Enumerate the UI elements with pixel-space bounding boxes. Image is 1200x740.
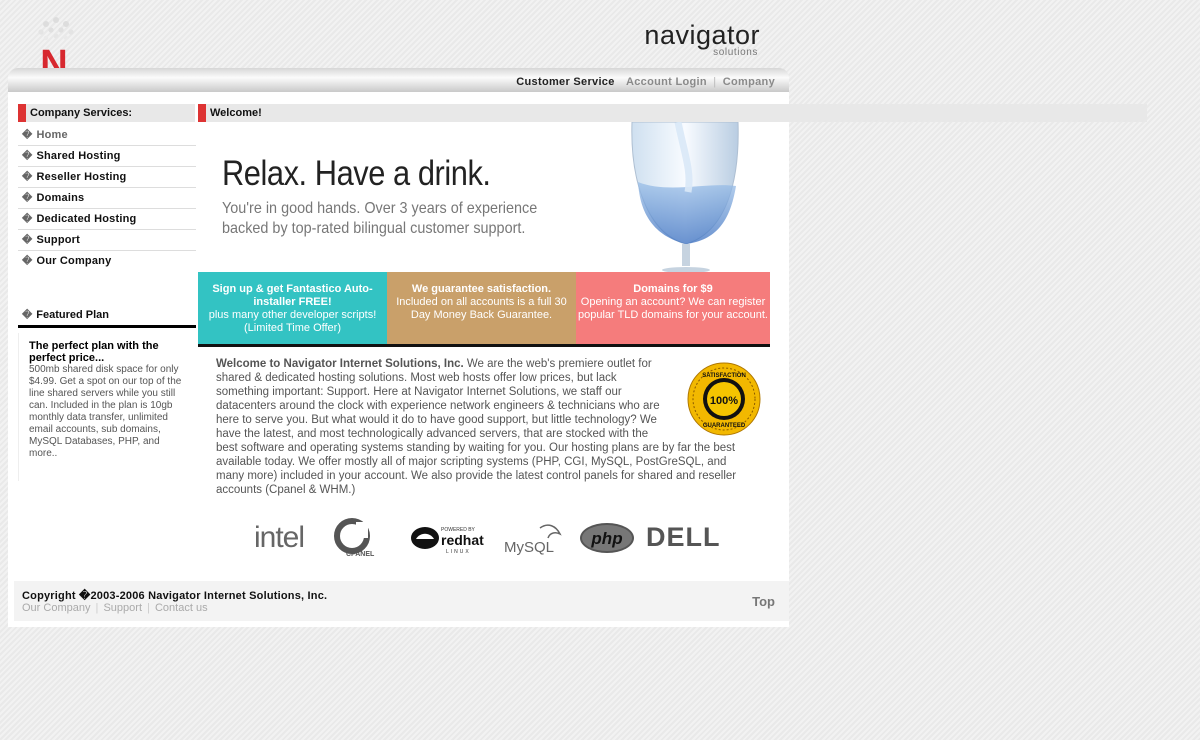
- cpanel-icon: CPANEL: [334, 517, 375, 558]
- footer-separator: |: [147, 602, 150, 614]
- customer-service-link[interactable]: Customer Service: [516, 76, 614, 88]
- featured-plan-headline: The perfect plan with the perfect price.…: [29, 340, 159, 364]
- diamond-icon: �: [22, 130, 33, 141]
- diamond-icon: �: [22, 151, 33, 162]
- redhat-icon: POWERED BY redhat LINUX: [411, 526, 484, 555]
- sidebar-item-label: Dedicated Hosting: [36, 213, 137, 225]
- footer-link-contact[interactable]: Contact us: [155, 602, 208, 614]
- diamond-icon: �: [22, 235, 33, 246]
- promo-text: Opening an account? We can register popu…: [578, 296, 768, 321]
- sidebar-item-label: Support: [36, 234, 81, 246]
- header: N navigator solutions Customer Service A…: [8, 0, 789, 92]
- mysql-logo: MySQL: [504, 515, 566, 560]
- featured-plan-box: The perfect plan with the perfect price.…: [18, 333, 196, 481]
- footer-links: Our Company | Support | Contact us: [22, 602, 208, 614]
- promo-fantastico[interactable]: Sign up & get Fantastico Auto-installer …: [198, 272, 387, 344]
- cpanel-logo: CPANEL: [332, 515, 386, 560]
- featured-plan-title: � Featured Plan: [18, 307, 196, 328]
- company-link[interactable]: Company: [723, 76, 775, 88]
- promo-domains[interactable]: Domains for $9 Opening an account? We ca…: [576, 272, 770, 344]
- nav-separator: |: [713, 76, 717, 88]
- intro-text: We are the web's premiere outlet for sha…: [216, 358, 737, 496]
- footer-separator: |: [95, 602, 99, 614]
- seal-center-text: 100%: [710, 395, 738, 407]
- mysql-text: MySQL: [504, 539, 554, 556]
- account-login-link[interactable]: Account Login: [626, 76, 707, 88]
- featured-plan-text: 500mb shared disk space for only $4.99. …: [29, 364, 182, 459]
- sidebar-item-label: Our Company: [36, 255, 112, 267]
- seal-top-text: SATISFACTION: [702, 373, 746, 379]
- redhat-linux-text: LINUX: [446, 549, 471, 555]
- hero-title: Relax. Have a drink.: [222, 154, 491, 193]
- water-glass-icon: [631, 122, 739, 272]
- redhat-logo: POWERED BY redhat LINUX: [410, 515, 492, 560]
- welcome-title: Welcome!: [198, 104, 1147, 122]
- promo-headline: Domains for $9: [633, 283, 713, 295]
- top-nav: Customer Service Account Login | Company: [516, 76, 775, 88]
- promo-headline: Sign up & get Fantastico Auto-installer …: [212, 283, 373, 308]
- copyright: Copyright �2003-2006 Navigator Internet …: [22, 590, 328, 602]
- page: N navigator solutions Customer Service A…: [8, 0, 1147, 627]
- php-logo: php: [578, 515, 636, 560]
- satisfaction-seal-icon: SATISFACTION 100% GUARANTEED: [687, 362, 761, 436]
- diamond-icon: �: [22, 214, 33, 225]
- sidebar-item-our-company[interactable]: � Our Company: [18, 251, 196, 272]
- sidebar-item-shared-hosting[interactable]: � Shared Hosting: [18, 146, 196, 167]
- sidebar-item-label: Reseller Hosting: [36, 171, 127, 183]
- diamond-icon: �: [22, 193, 33, 204]
- sidebar-item-reseller-hosting[interactable]: � Reseller Hosting: [18, 167, 196, 188]
- featured-plan-label: Featured Plan: [36, 309, 110, 321]
- footer: Copyright �2003-2006 Navigator Internet …: [14, 581, 789, 621]
- brand-name: navigator: [644, 20, 760, 50]
- brand-logo[interactable]: navigator solutions: [620, 22, 760, 60]
- diamond-icon: �: [22, 172, 33, 183]
- cpanel-text: CPANEL: [346, 551, 375, 558]
- dell-logo: DELL: [646, 522, 721, 552]
- sidebar-item-home[interactable]: � Home: [18, 125, 196, 146]
- intro-bold: Welcome to Navigator Internet Solutions,…: [216, 358, 464, 370]
- sidebar-item-domains[interactable]: � Domains: [18, 188, 196, 209]
- promo-strip: Sign up & get Fantastico Auto-installer …: [198, 272, 770, 347]
- sidebar-item-label: Home: [36, 129, 68, 141]
- sidebar-menu: � Home � Shared Hosting � Reseller Hosting …: [18, 125, 196, 272]
- mysql-icon: MySQL: [504, 523, 562, 556]
- sidebar-item-label: Domains: [36, 192, 85, 204]
- sidebar-item-support[interactable]: � Support: [18, 230, 196, 251]
- sidebar-title: Company Services:: [18, 104, 195, 122]
- intel-logo: intel: [254, 520, 305, 554]
- footer-link-support[interactable]: Support: [103, 602, 142, 614]
- redhat-text: redhat: [441, 532, 484, 548]
- footer-link-our-company[interactable]: Our Company: [22, 602, 90, 614]
- sidebar-item-label: Shared Hosting: [36, 150, 121, 162]
- sidebar-item-dedicated-hosting[interactable]: � Dedicated Hosting: [18, 209, 196, 230]
- php-icon: php: [580, 522, 634, 553]
- hero-banner: Relax. Have a drink. You're in good hand…: [198, 122, 770, 272]
- hero-subtitle: You're in good hands. Over 3 years of ex…: [222, 200, 538, 237]
- promo-guarantee[interactable]: We guarantee satisfaction. Included on a…: [387, 272, 576, 344]
- promo-text: plus many other developer scripts! (Limi…: [208, 309, 377, 334]
- seal-bottom-text: GUARANTEED: [703, 423, 746, 429]
- partner-logos: intel CPANEL POWERED BY redhat LINUX MyS…: [248, 515, 748, 560]
- intro-paragraph: Welcome to Navigator Internet Solutions,…: [216, 357, 756, 497]
- promo-headline: We guarantee satisfaction.: [411, 283, 552, 295]
- php-text: php: [590, 529, 622, 548]
- diamond-icon: �: [22, 310, 33, 321]
- diamond-icon: �: [22, 256, 33, 267]
- back-to-top-link[interactable]: Top: [752, 594, 775, 609]
- promo-text: Included on all accounts is a full 30 Da…: [396, 296, 567, 321]
